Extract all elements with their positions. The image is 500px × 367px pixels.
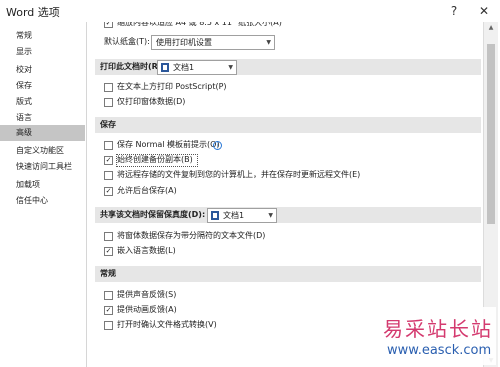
section-general: 常规 — [95, 266, 481, 282]
sidebar-item-display[interactable]: 显示 — [0, 44, 85, 60]
checkbox[interactable] — [104, 98, 113, 107]
checkbox[interactable] — [104, 291, 113, 300]
checkbox[interactable] — [104, 321, 113, 330]
document-icon — [211, 211, 219, 220]
checkbox[interactable] — [104, 247, 113, 256]
scroll-up-icon[interactable]: ▲ — [484, 22, 498, 34]
sidebar-item-quick-access-toolbar[interactable]: 快速访问工具栏 — [0, 159, 85, 175]
title-bar: Word 选项 ? ✕ — [0, 0, 500, 22]
help-button[interactable]: ? — [445, 3, 463, 19]
checkbox[interactable] — [104, 83, 113, 92]
sidebar: 常规 显示 校对 保存 版式 语言 高级 自定义功能区 快速访问工具栏 加载项 … — [0, 22, 87, 367]
window-title: Word 选项 — [6, 6, 60, 19]
word-options-dialog: Word 选项 ? ✕ 常规 显示 校对 保存 版式 语言 高级 自定义功能区 … — [0, 0, 500, 367]
checkbox[interactable] — [104, 232, 113, 241]
checkbox[interactable] — [104, 306, 113, 315]
sidebar-item-layout[interactable]: 版式 — [0, 94, 85, 110]
sidebar-item-addins[interactable]: 加载项 — [0, 177, 85, 193]
checkbox[interactable] — [104, 141, 113, 150]
section-share-fidelity: 共享该文档时保留保真度(D): — [95, 207, 481, 223]
checkbox[interactable] — [104, 156, 113, 165]
sidebar-item-language[interactable]: 语言 — [0, 110, 85, 126]
watermark: 易采站长站 www.easck.com — [381, 307, 496, 365]
sidebar-item-advanced[interactable]: 高级 — [0, 125, 85, 141]
sidebar-item-general[interactable]: 常规 — [0, 28, 85, 44]
default-tray-label: 默认纸盒(T): — [104, 37, 150, 46]
section-print-doc: 打印此文档时(R): — [95, 59, 481, 75]
sidebar-item-save[interactable]: 保存 — [0, 78, 85, 94]
print-doc-select[interactable]: 文档1 ▼ — [157, 60, 237, 75]
sidebar-item-proofing[interactable]: 校对 — [0, 62, 85, 78]
scrollbar-thumb[interactable] — [487, 44, 495, 224]
watermark-url: www.easck.com — [387, 343, 492, 358]
share-doc-select[interactable]: 文档1 ▼ — [207, 208, 277, 223]
default-tray-select[interactable]: 使用打印机设置 ▼ — [151, 35, 275, 50]
info-icon: i — [213, 141, 222, 150]
chevron-down-icon: ▼ — [228, 64, 233, 71]
document-icon — [161, 63, 169, 72]
sidebar-item-customize-ribbon[interactable]: 自定义功能区 — [0, 143, 85, 159]
checkbox[interactable] — [104, 171, 113, 180]
sidebar-item-trust-center[interactable]: 信任中心 — [0, 193, 85, 209]
checkbox[interactable] — [104, 22, 113, 28]
section-save: 保存 — [95, 117, 481, 133]
close-button[interactable]: ✕ — [475, 3, 493, 19]
chevron-down-icon: ▼ — [266, 39, 271, 46]
chevron-down-icon: ▼ — [268, 212, 273, 219]
checkbox[interactable] — [104, 187, 113, 196]
watermark-brand: 易采站长站 — [383, 317, 493, 341]
